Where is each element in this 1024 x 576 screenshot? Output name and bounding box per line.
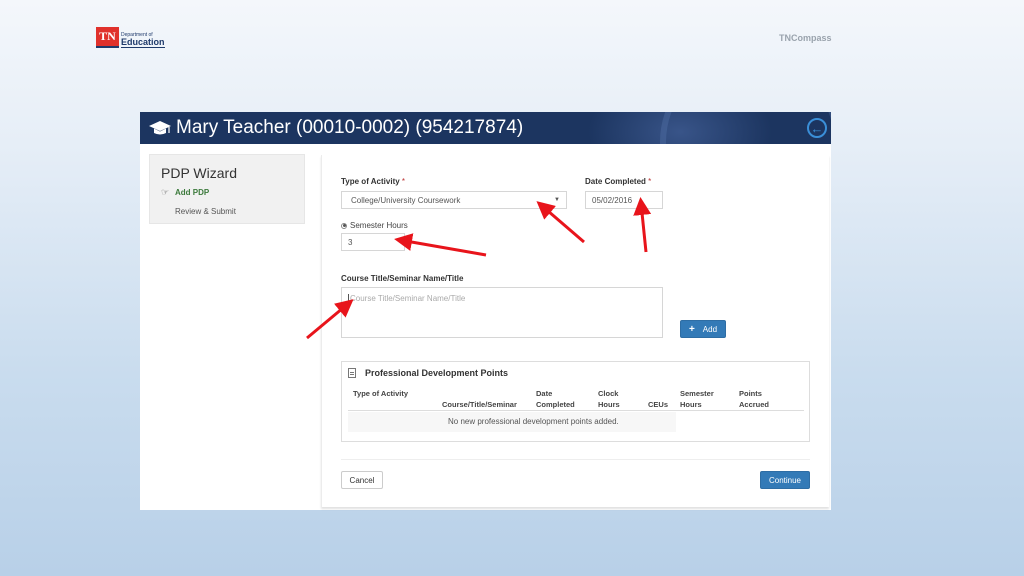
type-of-activity-select[interactable]: College/University Coursework ▼ <box>341 191 567 209</box>
hand-pointing-icon: ☞ <box>161 187 170 197</box>
semester-hours-input[interactable]: 3 <box>341 233 405 251</box>
header-decoration-arc <box>660 112 831 144</box>
pdp-form-panel: Type of Activity * College/University Co… <box>321 155 829 507</box>
chevron-down-icon: ▼ <box>554 197 560 203</box>
sidebar-item-label: Review & Submit <box>175 207 236 216</box>
plus-icon: + <box>688 323 695 335</box>
cancel-button[interactable]: Cancel <box>341 471 383 489</box>
course-title-textarea[interactable]: Course Title/Seminar Name/Title <box>341 287 663 338</box>
document-icon <box>348 368 356 378</box>
column-header-date-completed: Date Completed <box>536 389 575 409</box>
empty-message: No new professional development points a… <box>448 417 619 426</box>
graduation-cap-icon <box>149 121 171 135</box>
logo-mark: TN <box>96 27 119 48</box>
add-button[interactable]: + Add <box>680 320 726 338</box>
pdp-points-title: Professional Development Points <box>348 368 508 378</box>
column-header-course-title: Course/Title/Seminar <box>442 400 517 409</box>
tn-education-logo: TN Department of Education <box>96 27 165 48</box>
radio-selected-icon <box>341 222 347 229</box>
course-title-placeholder: Course Title/Seminar Name/Title <box>350 294 466 303</box>
sidebar-item-add-pdp[interactable]: ☞ Add PDP <box>161 187 293 198</box>
required-marker: * <box>648 177 652 186</box>
type-of-activity-label: Type of Activity * <box>341 177 406 186</box>
column-header-type-of-activity: Type of Activity <box>353 389 409 398</box>
date-completed-input[interactable]: 05/02/2016 <box>585 191 663 209</box>
column-header-semester-hours: Semester Hours <box>680 389 714 409</box>
circle-arrow-left-icon[interactable]: ← <box>807 118 827 138</box>
logo-title: Education <box>121 37 165 48</box>
column-header-points-accrued: Points Accrued <box>739 389 770 409</box>
sidebar-item-label: Add PDP <box>175 188 210 197</box>
required-marker: * <box>401 177 406 186</box>
app-name: TNCompass <box>779 33 832 43</box>
continue-button[interactable]: Continue <box>760 471 810 489</box>
page-title: Mary Teacher (00010-0002) (954217874) <box>176 117 524 138</box>
header-bar: Mary Teacher (00010-0002) (954217874) ← <box>140 112 831 144</box>
pdp-points-panel: Professional Development Points Type of … <box>341 361 810 442</box>
text-cursor <box>348 294 349 304</box>
app-window: Mary Teacher (00010-0002) (954217874) ← … <box>140 112 831 510</box>
wizard-title: PDP Wizard <box>161 165 237 181</box>
footer-divider <box>341 459 810 460</box>
wizard-sidebar: PDP Wizard ☞ Add PDP Review & Submit <box>149 154 305 224</box>
table-empty-row: No new professional development points a… <box>348 412 676 432</box>
sidebar-item-review-submit[interactable]: Review & Submit <box>161 207 293 216</box>
course-title-label: Course Title/Seminar Name/Title <box>341 274 464 283</box>
table-header-divider <box>348 410 804 411</box>
column-header-clock-hours: Clock Hours <box>598 389 620 409</box>
column-header-ceus: CEUs <box>648 400 669 409</box>
semester-hours-radio[interactable]: Semester Hours <box>341 221 408 230</box>
date-completed-label: Date Completed * <box>585 177 652 186</box>
